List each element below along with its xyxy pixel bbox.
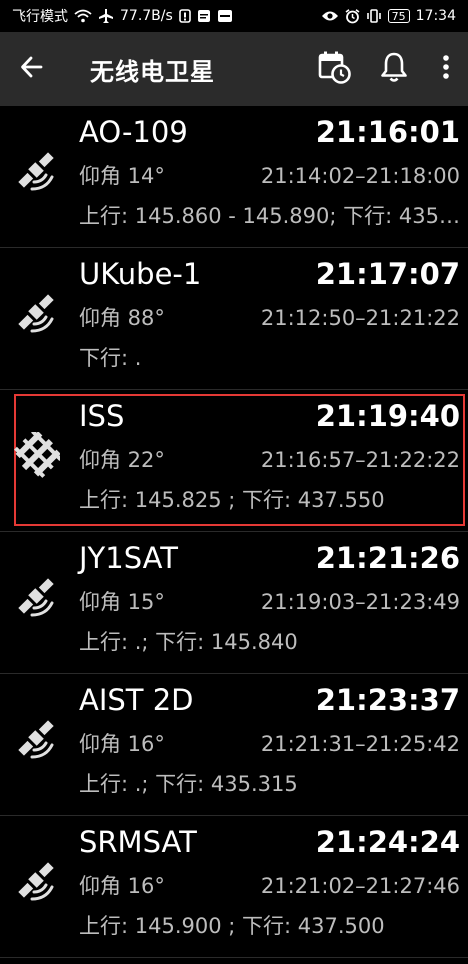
elevation-angle: 仰角 16° — [79, 874, 165, 898]
network-speed: 77.7B/s — [120, 8, 173, 24]
clock: 17:34 — [415, 8, 456, 24]
pass-time: 21:21:26 — [315, 541, 460, 575]
alarm-icon — [345, 8, 360, 24]
satellite-icon — [12, 716, 60, 764]
satellite-row[interactable]: UKube-1 21:17:07 仰角 88° 21:12:50–21:21:22 下行… — [0, 248, 468, 390]
pass-window: 21:21:02–21:27:46 — [260, 874, 460, 898]
pass-time: 21:24:24 — [315, 825, 460, 859]
carrier-label: 飞行模式 — [12, 9, 68, 25]
satellite-name: SRMSAT — [79, 825, 197, 859]
schedule-button[interactable] — [304, 32, 364, 106]
satellite-row[interactable]: AIST 2D 21:23:37 仰角 16° 21:21:31–21:25:42 上行… — [0, 674, 468, 816]
pass-time: 21:19:40 — [315, 399, 460, 433]
status-bar-left: 飞行模式 77.7B/s — [12, 6, 233, 26]
elevation-angle: 仰角 88° — [79, 306, 165, 330]
satellite-icon — [12, 858, 60, 906]
eye-comfort-icon — [321, 10, 339, 22]
elevation-angle: 仰角 15° — [79, 590, 165, 614]
space-station-icon — [12, 429, 63, 480]
app-bar: 无线电卫星 — [0, 32, 468, 106]
more-vert-icon — [442, 54, 450, 84]
satellite-icon — [12, 148, 60, 196]
frequency-info: 上行: 145.860 - 145.890; 下行: 435.760 - 435… — [79, 204, 463, 228]
status-bar-right: 75 17:34 — [321, 8, 456, 24]
frequency-info: 上行: .; 下行: 435.315 — [79, 772, 298, 796]
pass-window: 21:19:03–21:23:49 — [260, 590, 460, 614]
pass-time: 21:17:07 — [315, 257, 460, 291]
notification-icon — [178, 9, 191, 23]
elevation-angle: 仰角 22° — [79, 448, 165, 472]
pass-window: 21:21:31–21:25:42 — [260, 732, 460, 756]
elevation-angle: 仰角 14° — [79, 164, 165, 188]
pass-window: 21:12:50–21:21:22 — [260, 306, 460, 330]
elevation-angle: 仰角 16° — [79, 732, 165, 756]
satellite-row[interactable]: JY1SAT 21:21:26 仰角 15° 21:19:03–21:23:49 上行:… — [0, 532, 468, 674]
satellite-icon — [12, 290, 60, 338]
frequency-info: 上行: 145.900 ; 下行: 437.500 — [79, 914, 385, 938]
app-notification-icon — [197, 9, 211, 23]
app-notification-icon-2 — [217, 9, 233, 23]
satellite-row[interactable]: AO-109 21:16:01 仰角 14° 21:14:02–21:18:00 上行:… — [0, 106, 468, 248]
arrow-left-icon — [19, 54, 45, 84]
frequency-info: 上行: .; 下行: 145.840 — [79, 630, 298, 654]
bell-icon — [378, 51, 410, 87]
satellite-name: UKube-1 — [79, 257, 202, 291]
satellite-list: AO-109 21:16:01 仰角 14° 21:14:02–21:18:00 上行:… — [0, 106, 468, 958]
notifications-button[interactable] — [364, 32, 424, 106]
satellite-name: AIST 2D — [79, 683, 194, 717]
satellite-row[interactable]: SRMSAT 21:24:24 仰角 16° 21:21:02–21:27:46 上行:… — [0, 816, 468, 958]
pass-time: 21:23:37 — [315, 683, 460, 717]
calendar-clock-icon — [317, 50, 351, 88]
wifi-icon — [74, 9, 92, 23]
page-title: 无线电卫星 — [90, 57, 215, 86]
satellite-name: AO-109 — [79, 115, 188, 149]
satellite-row[interactable]: ISS 21:19:40 仰角 22° 21:16:57–21:22:22 上行: 14… — [0, 390, 468, 532]
pass-time: 21:16:01 — [315, 115, 460, 149]
status-bar: 飞行模式 77.7B/s 75 17:34 — [0, 0, 468, 32]
satellite-name: JY1SAT — [79, 541, 178, 575]
pass-window: 21:16:57–21:22:22 — [260, 448, 460, 472]
vibrate-icon — [366, 9, 382, 23]
frequency-info: 下行: . — [79, 346, 142, 370]
more-options-button[interactable] — [424, 32, 468, 106]
satellite-icon — [12, 574, 60, 622]
back-button[interactable] — [0, 32, 64, 106]
battery-level: 75 — [387, 9, 410, 23]
pass-window: 21:14:02–21:18:00 — [260, 164, 460, 188]
satellite-name: ISS — [79, 399, 125, 433]
airplane-mode-icon — [98, 8, 114, 24]
frequency-info: 上行: 145.825 ; 下行: 437.550 — [79, 488, 385, 512]
